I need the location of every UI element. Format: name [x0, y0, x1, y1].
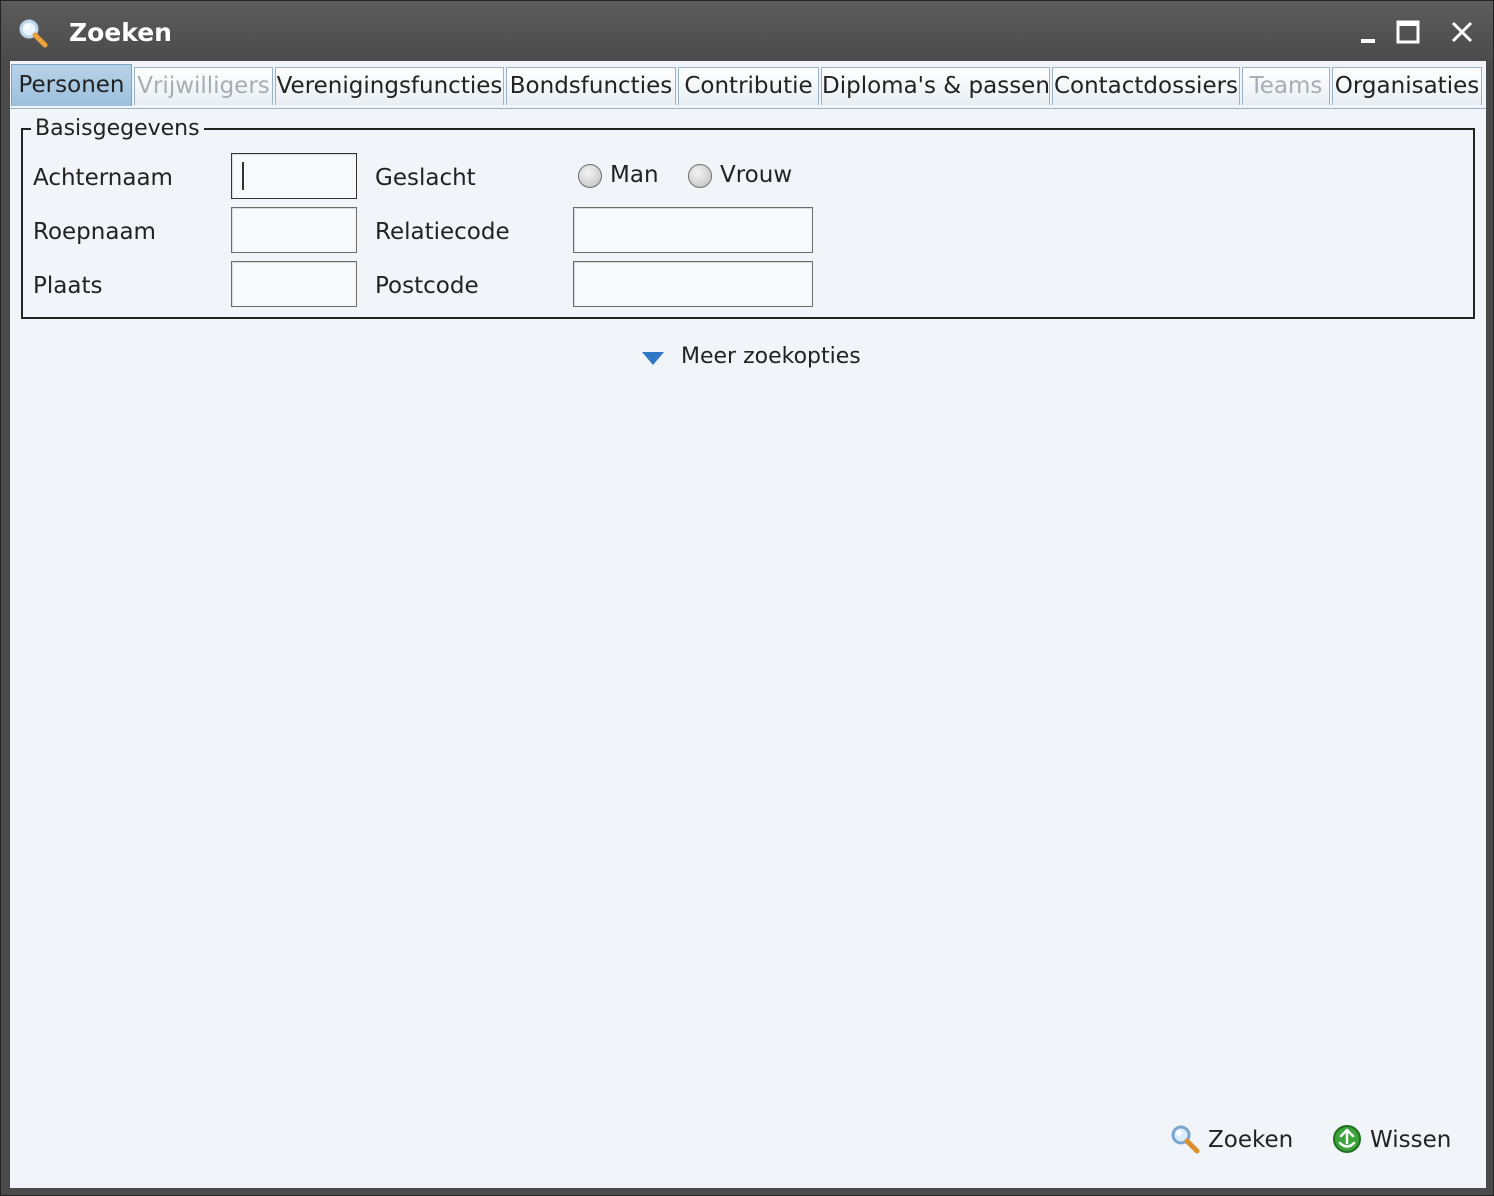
roepnaam-input[interactable] [231, 207, 357, 253]
basisgegevens-legend: Basisgegevens [31, 116, 204, 141]
more-search-options-label: Meer zoekopties [681, 344, 861, 369]
triangle-down-icon [642, 352, 664, 365]
tab-contributie[interactable]: Contributie [678, 67, 819, 105]
tab-organisaties[interactable]: Organisaties [1332, 67, 1482, 105]
postcode-input[interactable] [573, 261, 813, 307]
tab-diplomas-passen[interactable]: Diploma's & passen [821, 67, 1050, 105]
text-caret [242, 162, 244, 190]
gender-option-vrouw: Vrouw [720, 162, 793, 188]
maximize-icon[interactable] [1391, 15, 1425, 49]
tab-verenigingsfuncties[interactable]: Verenigingsfuncties [275, 67, 504, 105]
gender-radio-vrouw[interactable]: Vrouw [688, 162, 798, 192]
geslacht-label: Geslacht [375, 165, 476, 191]
achternaam-label: Achternaam [33, 165, 173, 191]
gender-radio-man[interactable]: Man [578, 162, 668, 192]
window-title: Zoeken [69, 18, 172, 47]
more-search-options-toggle[interactable]: Meer zoekopties [642, 344, 872, 374]
clear-button-label: Wissen [1370, 1127, 1452, 1153]
close-icon[interactable] [1445, 15, 1479, 49]
tab-bondsfuncties[interactable]: Bondsfuncties [506, 67, 676, 105]
search-panel: Personen Vrijwilligers Verenigingsfuncti… [10, 61, 1486, 1188]
plaats-label: Plaats [33, 273, 103, 299]
relatiecode-input[interactable] [573, 207, 813, 253]
gender-option-man: Man [610, 162, 659, 188]
radio-button[interactable] [578, 164, 602, 188]
plaats-input[interactable] [231, 261, 357, 307]
tab-contactdossiers[interactable]: Contactdossiers [1052, 67, 1240, 105]
minimize-icon[interactable] [1351, 15, 1385, 49]
tab-personen[interactable]: Personen [11, 64, 132, 106]
recycle-icon [1333, 1125, 1361, 1153]
basisgegevens-group: Basisgegevens Achternaam Geslacht Man Vr… [21, 116, 1475, 319]
magnifier-icon [1171, 1125, 1200, 1154]
tab-strip: Personen Vrijwilligers Verenigingsfuncti… [10, 64, 1486, 109]
postcode-label: Postcode [375, 273, 479, 299]
tab-divider [10, 108, 1486, 109]
tab-teams: Teams [1242, 67, 1330, 105]
relatiecode-label: Relatiecode [375, 219, 510, 245]
search-button[interactable]: Zoeken [1169, 1123, 1294, 1159]
roepnaam-label: Roepnaam [33, 219, 156, 245]
clear-button[interactable]: Wissen [1331, 1123, 1456, 1159]
tab-vrijwilligers: Vrijwilligers [134, 67, 273, 105]
search-button-label: Zoeken [1208, 1127, 1294, 1153]
title-bar[interactable]: Zoeken [1, 1, 1493, 61]
search-window: Zoeken Personen Vrijwilligers Vereniging… [0, 0, 1494, 1196]
magnifier-icon [19, 19, 48, 48]
radio-button[interactable] [688, 164, 712, 188]
achternaam-input[interactable] [231, 153, 357, 199]
